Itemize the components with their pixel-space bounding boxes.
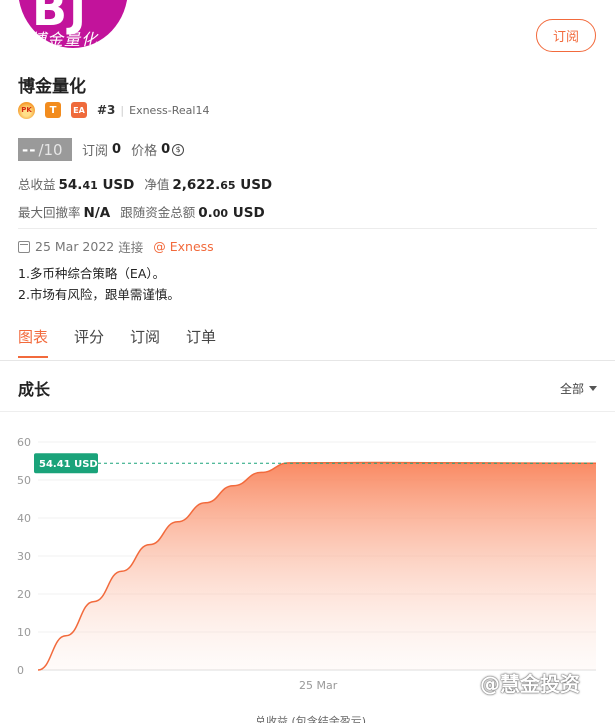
- connected-label: 连接: [118, 240, 144, 255]
- y-tick-label: 40: [17, 512, 31, 525]
- total-profit-int: 54.: [58, 177, 83, 193]
- tab-rating[interactable]: 评分: [74, 326, 104, 358]
- total-profit-unit: USD: [102, 177, 135, 193]
- ea-badge-icon: EA: [71, 102, 87, 118]
- badge-row: PK T EA #3 | Exness-Real14: [18, 101, 209, 119]
- y-tick-label: 20: [17, 588, 31, 601]
- coin-icon: $: [172, 143, 185, 156]
- connection-date: 25 Mar 2022: [35, 239, 115, 254]
- description-line: 2.市场有风险，跟单需谨慎。: [18, 287, 180, 302]
- connection-row: 25 Mar 2022 连接 @ Exness: [18, 237, 214, 256]
- score-badge: -- /10: [18, 138, 72, 161]
- subscriptions-label: 订阅: [82, 144, 109, 159]
- tab-chart[interactable]: 图表: [18, 326, 49, 358]
- price-value: 0: [161, 142, 171, 157]
- y-tick-label: 50: [17, 474, 31, 487]
- growth-title: 成长: [18, 380, 51, 399]
- calendar-icon: [18, 240, 30, 253]
- total-profit-value: 54.41 USD: [59, 177, 135, 193]
- section-divider: [0, 411, 615, 412]
- growth-chart: 0 10 20 30 40 50 60 54.41 USD 25 Mar: [17, 436, 597, 692]
- follow-int: 0.: [198, 205, 213, 221]
- pk-badge-icon: PK: [18, 101, 35, 119]
- strategy-description: 1.多币种综合策略（EA）。 2.市场有风险，跟单需谨慎。: [18, 263, 180, 305]
- profit-row: 总收益 54.41 USD 净值 2,622.65 USD: [18, 174, 282, 193]
- growth-area: [38, 462, 596, 670]
- separator: |: [120, 103, 125, 117]
- tab-bar: 图表 评分 订阅 订单: [18, 326, 242, 358]
- subscriptions-value: 0: [112, 142, 122, 157]
- follow-unit: USD: [232, 205, 265, 221]
- follow-funds-value: 0.00 USD: [198, 205, 264, 221]
- chart-legend: 总收益 (包含结余盈亏): [255, 715, 367, 723]
- account-server: Exness-Real14: [129, 103, 210, 117]
- y-tick-label: 60: [17, 436, 31, 449]
- avatar: BJ 博金量化: [18, 0, 128, 48]
- score-value: --: [22, 140, 37, 159]
- strategy-name: 博金量化: [18, 77, 86, 97]
- score-total: /10: [38, 140, 63, 159]
- drawdown-row: 最大回撤率 N/A 跟随资金总额 0.00 USD: [18, 202, 275, 221]
- description-line: 1.多币种综合策略（EA）。: [18, 266, 166, 281]
- x-tick-label: 25 Mar: [299, 679, 338, 692]
- equity-unit: USD: [240, 177, 273, 193]
- y-axis: 0 10 20 30 40 50 60: [17, 436, 31, 677]
- divider: [18, 228, 597, 229]
- subscribe-button[interactable]: 订阅: [536, 19, 596, 52]
- total-profit-label: 总收益: [18, 177, 56, 192]
- range-dropdown[interactable]: 全部: [560, 380, 597, 397]
- follow-funds-label: 跟随资金总额: [120, 205, 196, 220]
- broker-link[interactable]: @ Exness: [153, 239, 213, 254]
- avatar-caption: 博金量化: [30, 30, 99, 48]
- t-badge-icon: T: [45, 102, 61, 118]
- equity-value: 2,622.65 USD: [172, 177, 272, 193]
- drawdown-label: 最大回撤率: [18, 205, 81, 220]
- total-profit-dec: 41: [82, 179, 98, 192]
- equity-label: 净值: [144, 177, 170, 192]
- price-label: 价格: [131, 144, 158, 159]
- chevron-down-icon: [589, 386, 597, 391]
- y-tick-label: 0: [17, 664, 24, 677]
- watermark: @慧金投资: [480, 672, 580, 696]
- follow-dec: 00: [212, 207, 229, 220]
- rank: #3: [97, 103, 116, 117]
- score-row: -- /10 订阅 0 价格 0 $: [18, 138, 185, 161]
- current-value-label: 54.41 USD: [39, 459, 98, 470]
- equity-dec: 65: [220, 179, 236, 192]
- tab-orders[interactable]: 订单: [186, 326, 216, 358]
- x-axis: 25 Mar: [299, 679, 338, 692]
- tab-divider: [0, 360, 615, 361]
- tab-subscriptions[interactable]: 订阅: [130, 326, 160, 358]
- drawdown-value: N/A: [83, 205, 111, 221]
- equity-int: 2,622.: [172, 177, 221, 193]
- range-label: 全部: [559, 382, 584, 396]
- y-tick-label: 10: [17, 626, 31, 639]
- y-tick-label: 30: [17, 550, 31, 563]
